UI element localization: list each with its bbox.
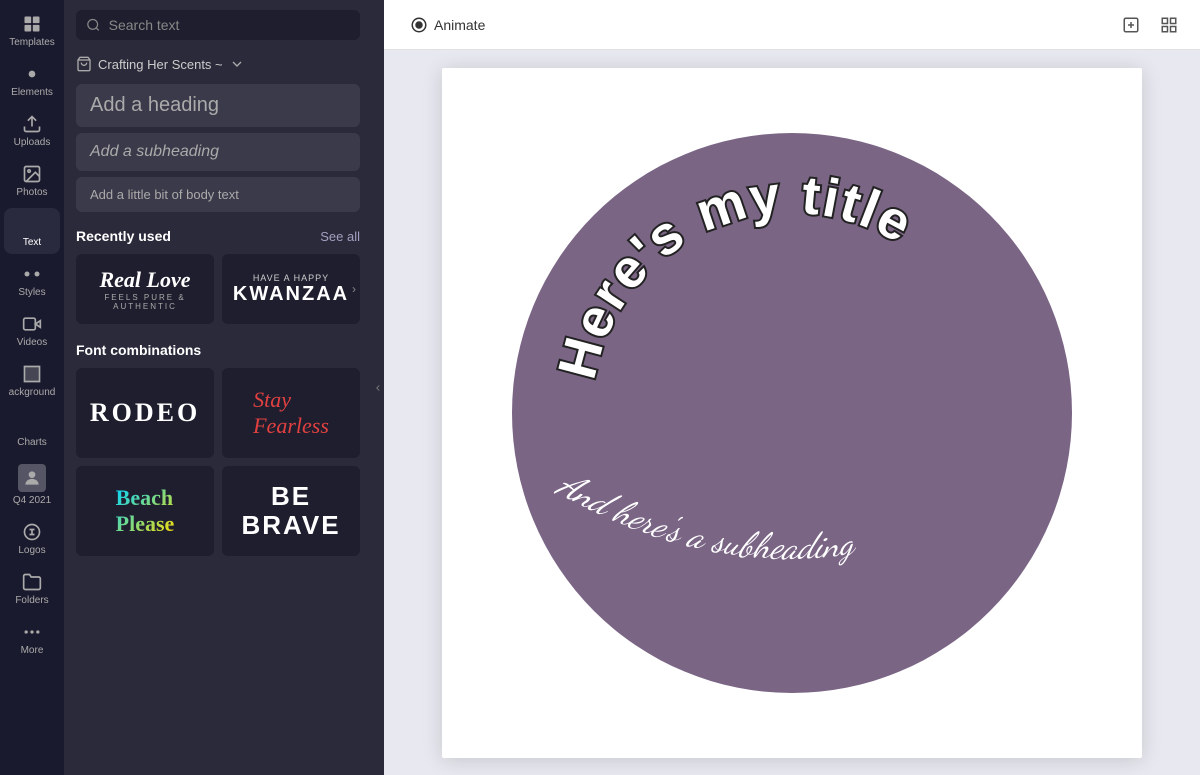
new-page-button[interactable]: [1116, 10, 1146, 40]
grid-view-icon: [1160, 16, 1178, 34]
canvas-area: Animate Her: [384, 0, 1200, 775]
recently-used-header: Recently used See all: [76, 228, 360, 244]
panel-collapse-handle[interactable]: [372, 0, 384, 775]
sidebar-item-templates[interactable]: Templates: [4, 8, 60, 54]
add-body-button[interactable]: Add a little bit of body text: [76, 177, 360, 212]
sidebar-item-background[interactable]: ackground: [4, 358, 60, 404]
sidebar-item-elements[interactable]: Elements: [4, 58, 60, 104]
canvas-viewport: Here's my title Here's my title: [384, 50, 1200, 775]
font-card-kwanzaa[interactable]: HAVE A HAPPY KWANZAA ›: [222, 254, 360, 324]
sidebar-item-folders[interactable]: Folders: [4, 566, 60, 612]
sidebar-item-logos[interactable]: Logos: [4, 516, 60, 562]
search-icon: [86, 17, 101, 33]
font-combinations-title: Font combinations: [76, 342, 201, 358]
sidebar-item-more[interactable]: More: [4, 616, 60, 662]
font-combinations-header: Font combinations: [76, 342, 360, 358]
chevron-down-icon: [229, 56, 245, 72]
recently-used-title: Recently used: [76, 228, 171, 244]
sidebar-item-videos[interactable]: Videos: [4, 308, 60, 354]
search-input-wrapper[interactable]: [76, 10, 360, 40]
animate-button[interactable]: Animate: [400, 10, 495, 40]
text-panel: Crafting Her Scents ~ Add a heading Add …: [64, 0, 372, 775]
add-subheading-button[interactable]: Add a subheading: [76, 133, 360, 171]
design-circle: Here's my title Here's my title: [512, 133, 1072, 693]
toolbar-left: Animate: [400, 10, 495, 40]
panel-scroll: Add a heading Add a subheading Add a lit…: [64, 80, 372, 775]
font-card-real-love[interactable]: Real Love FEELS PURE & AUTHENTIC: [76, 254, 214, 324]
sidebar-item-photos[interactable]: Photos: [4, 158, 60, 204]
font-combo-rodeo[interactable]: RODEO: [76, 368, 214, 458]
search-bar: [64, 0, 372, 50]
toolbar-right: [1116, 10, 1184, 40]
grid-view-button[interactable]: [1154, 10, 1184, 40]
font-combinations-section: Font combinations RODEO StayFearless Bea…: [64, 330, 372, 562]
text-options: Add a heading Add a subheading Add a lit…: [64, 80, 372, 216]
sidebar: Templates Elements Uploads Photos Text S…: [0, 0, 64, 775]
svg-text:Here's my title: Here's my title: [547, 164, 923, 384]
search-input[interactable]: [109, 17, 350, 33]
font-combo-fearless[interactable]: StayFearless: [222, 368, 360, 458]
see-all-button[interactable]: See all: [320, 229, 360, 244]
new-page-icon: [1122, 16, 1140, 34]
recently-used-section: Recently used See all Real Love FEELS PU…: [64, 216, 372, 330]
animate-icon: [410, 16, 428, 34]
add-heading-button[interactable]: Add a heading: [76, 84, 360, 127]
sidebar-item-charts[interactable]: Charts: [4, 408, 60, 454]
subheading-svg: And here's a subheading: [512, 453, 1072, 653]
recently-used-grid: Real Love FEELS PURE & AUTHENTIC HAVE A …: [76, 254, 360, 324]
font-combo-beach[interactable]: BeachPlease: [76, 466, 214, 556]
font-combo-brave[interactable]: BEBRAVE: [222, 466, 360, 556]
canvas-page[interactable]: Here's my title Here's my title: [442, 68, 1142, 758]
sidebar-item-styles[interactable]: Styles: [4, 258, 60, 304]
sidebar-item-uploads[interactable]: Uploads: [4, 108, 60, 154]
brand-bar[interactable]: Crafting Her Scents ~: [64, 50, 372, 80]
font-combinations-grid: RODEO StayFearless BeachPlease BEBRAVE: [76, 368, 360, 556]
sidebar-item-text[interactable]: Text: [4, 208, 60, 254]
canvas-toolbar: Animate: [384, 0, 1200, 50]
svg-text:And here's a subheading: And here's a subheading: [549, 462, 859, 569]
shop-icon: [76, 56, 92, 72]
sidebar-item-q42021[interactable]: Q4 2021: [4, 458, 60, 512]
